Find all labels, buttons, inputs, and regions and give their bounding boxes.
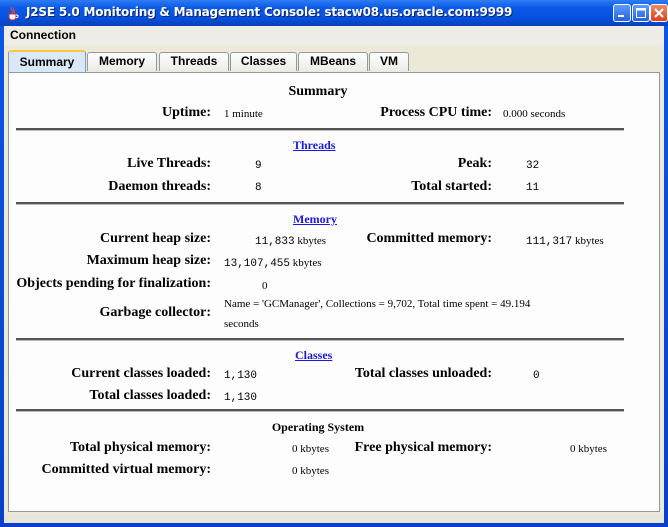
close-button[interactable] xyxy=(650,4,668,22)
divider xyxy=(16,202,624,205)
total-physical-memory-label: Total physical memory: xyxy=(69,440,211,455)
free-physical-memory-value: 0 kbytes xyxy=(570,443,607,455)
tab-threads[interactable]: Threads xyxy=(159,52,229,71)
summary-content: Summary Uptime: 1 minute Process CPU tim… xyxy=(12,76,656,508)
peak-value: 32 xyxy=(526,160,540,172)
divider xyxy=(16,338,624,341)
tab-summary[interactable]: Summary xyxy=(8,50,86,72)
uptime-label: Uptime: xyxy=(162,105,211,120)
current-classes-label: Current classes loaded: xyxy=(71,366,211,381)
client-area: Connection Summary Memory Threads Classe… xyxy=(4,26,664,523)
live-threads-label: Live Threads: xyxy=(127,156,211,171)
pending-finalization-label: Objects pending for finalization: xyxy=(16,276,211,291)
peak-label: Peak: xyxy=(457,156,492,171)
cpu-time-label: Process CPU time: xyxy=(380,105,492,120)
current-heap-number: 11,833 xyxy=(255,236,295,248)
tab-memory[interactable]: Memory xyxy=(87,52,157,71)
uptime-value: 1 minute xyxy=(224,108,263,120)
java-cup-icon xyxy=(5,5,21,21)
total-classes-value: 1,130 xyxy=(224,392,258,404)
total-classes-label: Total classes loaded: xyxy=(89,388,211,403)
divider xyxy=(16,409,624,412)
total-started-label: Total started: xyxy=(411,179,492,194)
current-classes-value: 1,130 xyxy=(224,370,258,382)
window-title: J2SE 5.0 Monitoring & Management Console… xyxy=(26,5,513,19)
live-threads-value: 9 xyxy=(255,160,262,172)
committed-memory-unit: kbytes xyxy=(574,235,604,247)
committed-memory-label: Committed memory: xyxy=(366,231,492,246)
current-heap-unit: kbytes xyxy=(297,235,327,247)
pending-finalization-value: 0 xyxy=(262,280,268,292)
tab-bar: Summary Memory Threads Classes MBeans VM xyxy=(8,50,658,72)
maximize-button[interactable] xyxy=(632,4,650,22)
committed-virtual-memory-label: Committed virtual memory: xyxy=(41,462,211,477)
current-heap-value: 11,833 kbytes xyxy=(255,235,326,248)
current-heap-label: Current heap size: xyxy=(100,231,211,246)
summary-heading: Summary xyxy=(288,84,348,99)
max-heap-value: 13,107,455 kbytes xyxy=(224,257,322,270)
tab-vm[interactable]: VM xyxy=(369,52,409,71)
committed-virtual-memory-value: 0 kbytes xyxy=(292,465,329,477)
garbage-collector-value-line2: seconds xyxy=(224,318,259,330)
committed-memory-number: 111,317 xyxy=(526,236,573,248)
total-physical-memory-value: 0 kbytes xyxy=(292,443,329,455)
daemon-threads-label: Daemon threads: xyxy=(108,179,211,194)
memory-link[interactable]: Memory xyxy=(293,212,337,227)
os-heading: Operating System xyxy=(271,420,365,434)
main-window: J2SE 5.0 Monitoring & Management Console… xyxy=(0,0,668,527)
free-physical-memory-label: Free physical memory: xyxy=(354,440,492,455)
committed-memory-value: 111,317 kbytes xyxy=(526,235,604,248)
max-heap-unit: kbytes xyxy=(292,257,322,269)
menu-bar: Connection xyxy=(4,26,664,46)
tab-mbeans[interactable]: MBeans xyxy=(298,52,368,71)
classes-unloaded-value: 0 xyxy=(533,370,540,382)
garbage-collector-value-line1: Name = 'GCManager', Collections = 9,702,… xyxy=(224,298,531,310)
max-heap-number: 13,107,455 xyxy=(224,258,291,270)
title-bar[interactable]: J2SE 5.0 Monitoring & Management Console… xyxy=(0,0,668,26)
max-heap-label: Maximum heap size: xyxy=(86,253,211,268)
daemon-threads-value: 8 xyxy=(255,182,262,194)
minimize-button[interactable] xyxy=(613,4,631,22)
total-started-value: 11 xyxy=(526,182,540,194)
status-strip xyxy=(4,514,664,523)
classes-link[interactable]: Classes xyxy=(295,348,332,363)
threads-link[interactable]: Threads xyxy=(293,138,335,153)
classes-unloaded-label: Total classes unloaded: xyxy=(354,366,492,381)
tab-classes[interactable]: Classes xyxy=(230,52,297,71)
garbage-collector-label: Garbage collector: xyxy=(99,305,211,320)
menu-connection[interactable]: Connection xyxy=(10,28,76,42)
divider xyxy=(16,128,624,131)
summary-panel: Summary Uptime: 1 minute Process CPU tim… xyxy=(8,72,660,512)
cpu-time-value: 0.000 seconds xyxy=(503,108,566,120)
